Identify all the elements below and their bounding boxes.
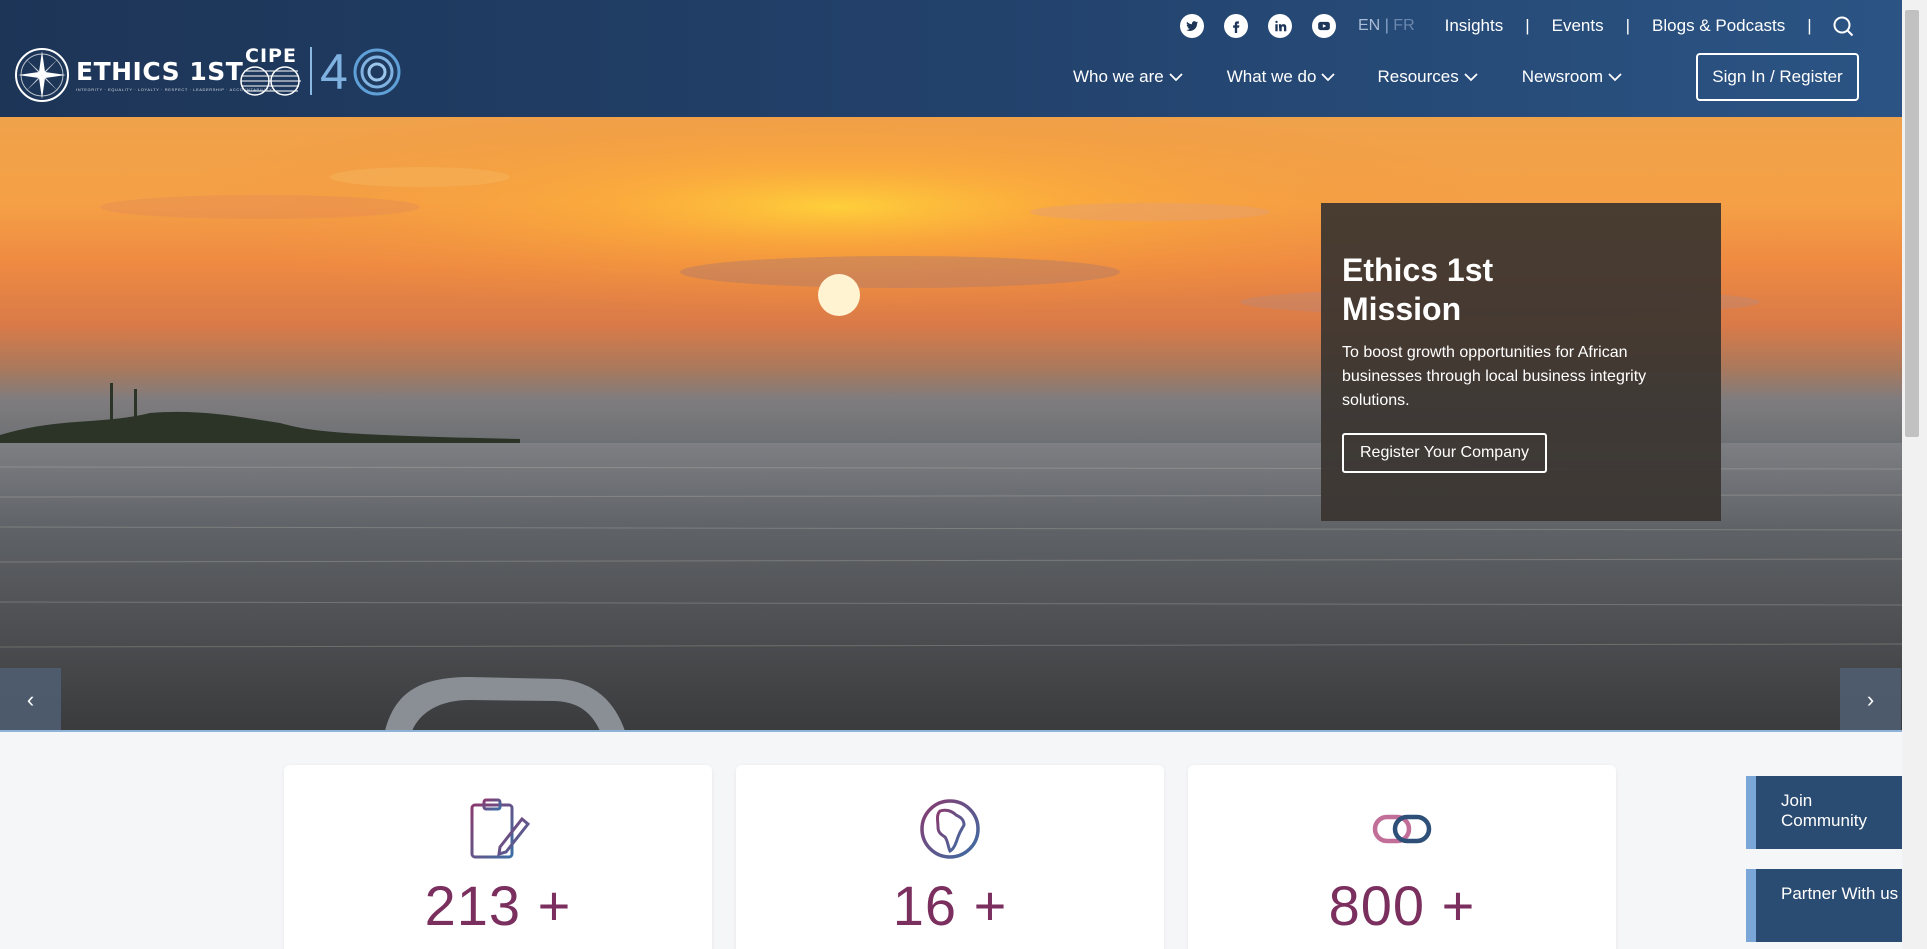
compass-icon (15, 48, 69, 102)
stats-section: 213 + 16 + 800 + (284, 765, 1616, 949)
chevron-down-icon (1169, 73, 1183, 82)
nav-label: Newsroom (1521, 67, 1603, 86)
link-separator: | (1525, 16, 1530, 35)
scrollbar-thumb[interactable] (1905, 10, 1919, 437)
mission-text: To boost growth opportunities for Africa… (1342, 344, 1647, 409)
carousel-next-button[interactable]: › (1840, 668, 1901, 731)
stat-value: 16 + (892, 874, 1008, 937)
partner-with-us-tab[interactable]: Partner With us (1746, 869, 1902, 942)
ethics-1st-logo[interactable]: ETHICS 1ST INTEGRITY · EQUALITY · LOYALT… (14, 47, 272, 103)
link-icon (1372, 814, 1432, 844)
nav-newsroom[interactable]: Newsroom (1522, 67, 1622, 87)
chevron-left-icon: ‹ (26, 686, 35, 712)
cipe-block: CIPE (240, 46, 302, 96)
link-events[interactable]: Events (1552, 16, 1604, 36)
globe-africa-icon (920, 799, 980, 859)
nav-label: Who we are (1073, 67, 1164, 86)
stat-card: 16 + (736, 765, 1164, 949)
sign-in-register-button[interactable]: Sign In / Register (1696, 53, 1859, 101)
youtube-icon[interactable] (1312, 14, 1336, 38)
stat-value: 800 + (1328, 874, 1476, 937)
chevron-down-icon (1464, 73, 1478, 82)
stat-card: 213 + (284, 765, 712, 949)
mission-panel: Ethics 1st Mission To boost growth oppor… (1321, 203, 1721, 521)
site-header: ETHICS 1ST INTEGRITY · EQUALITY · LOYALT… (0, 0, 1902, 117)
register-company-button[interactable]: Register Your Company (1342, 433, 1547, 473)
cipe-text: CIPE (245, 45, 297, 67)
facebook-icon[interactable] (1224, 14, 1248, 38)
main-nav: Who we are What we do Resources Newsroom (1073, 64, 1666, 90)
forty-anniversary-icon: 4 (320, 45, 401, 97)
link-separator: | (1625, 16, 1631, 35)
link-separator: | (1807, 16, 1812, 35)
utility-bar: EN | FR Insights | Events | Blogs & Podc… (1180, 12, 1854, 40)
clipboard-icon (470, 798, 530, 859)
link-insights[interactable]: Insights (1445, 16, 1504, 36)
join-community-tab[interactable]: Join Community (1746, 776, 1902, 849)
stat-card: 800 + (1188, 765, 1616, 949)
nav-resources[interactable]: Resources (1377, 67, 1478, 87)
logo-divider (310, 47, 312, 95)
cipe-40-logo[interactable]: CIPE 4 (240, 45, 402, 97)
chevron-down-icon (1608, 73, 1622, 82)
mission-title: Ethics 1st Mission (1342, 252, 1494, 327)
chevron-down-icon (1321, 73, 1336, 82)
nav-who-we-are[interactable]: Who we are (1073, 67, 1183, 87)
stat-value: 213 + (424, 874, 572, 937)
nav-what-we-do[interactable]: What we do (1227, 67, 1336, 87)
chevron-right-icon: › (1866, 686, 1875, 712)
cipe-globe-icon (240, 66, 301, 96)
carousel-prev-button[interactable]: ‹ (0, 668, 61, 731)
language-switcher: EN | FR (1358, 17, 1415, 35)
hero-divider (0, 730, 1902, 732)
lang-fr[interactable]: FR (1393, 17, 1414, 34)
search-icon[interactable] (1832, 15, 1854, 37)
svg-text:4: 4 (320, 45, 348, 97)
nav-label: Resources (1377, 67, 1459, 86)
hero-carousel: Ethics 1st Mission To boost growth oppor… (0, 117, 1902, 731)
linkedin-icon[interactable] (1268, 14, 1292, 38)
link-blogs-podcasts[interactable]: Blogs & Podcasts (1652, 16, 1785, 36)
lang-en[interactable]: EN (1358, 17, 1380, 34)
twitter-icon[interactable] (1180, 14, 1204, 38)
nav-label: What we do (1226, 67, 1317, 86)
lang-separator: | (1384, 17, 1389, 34)
